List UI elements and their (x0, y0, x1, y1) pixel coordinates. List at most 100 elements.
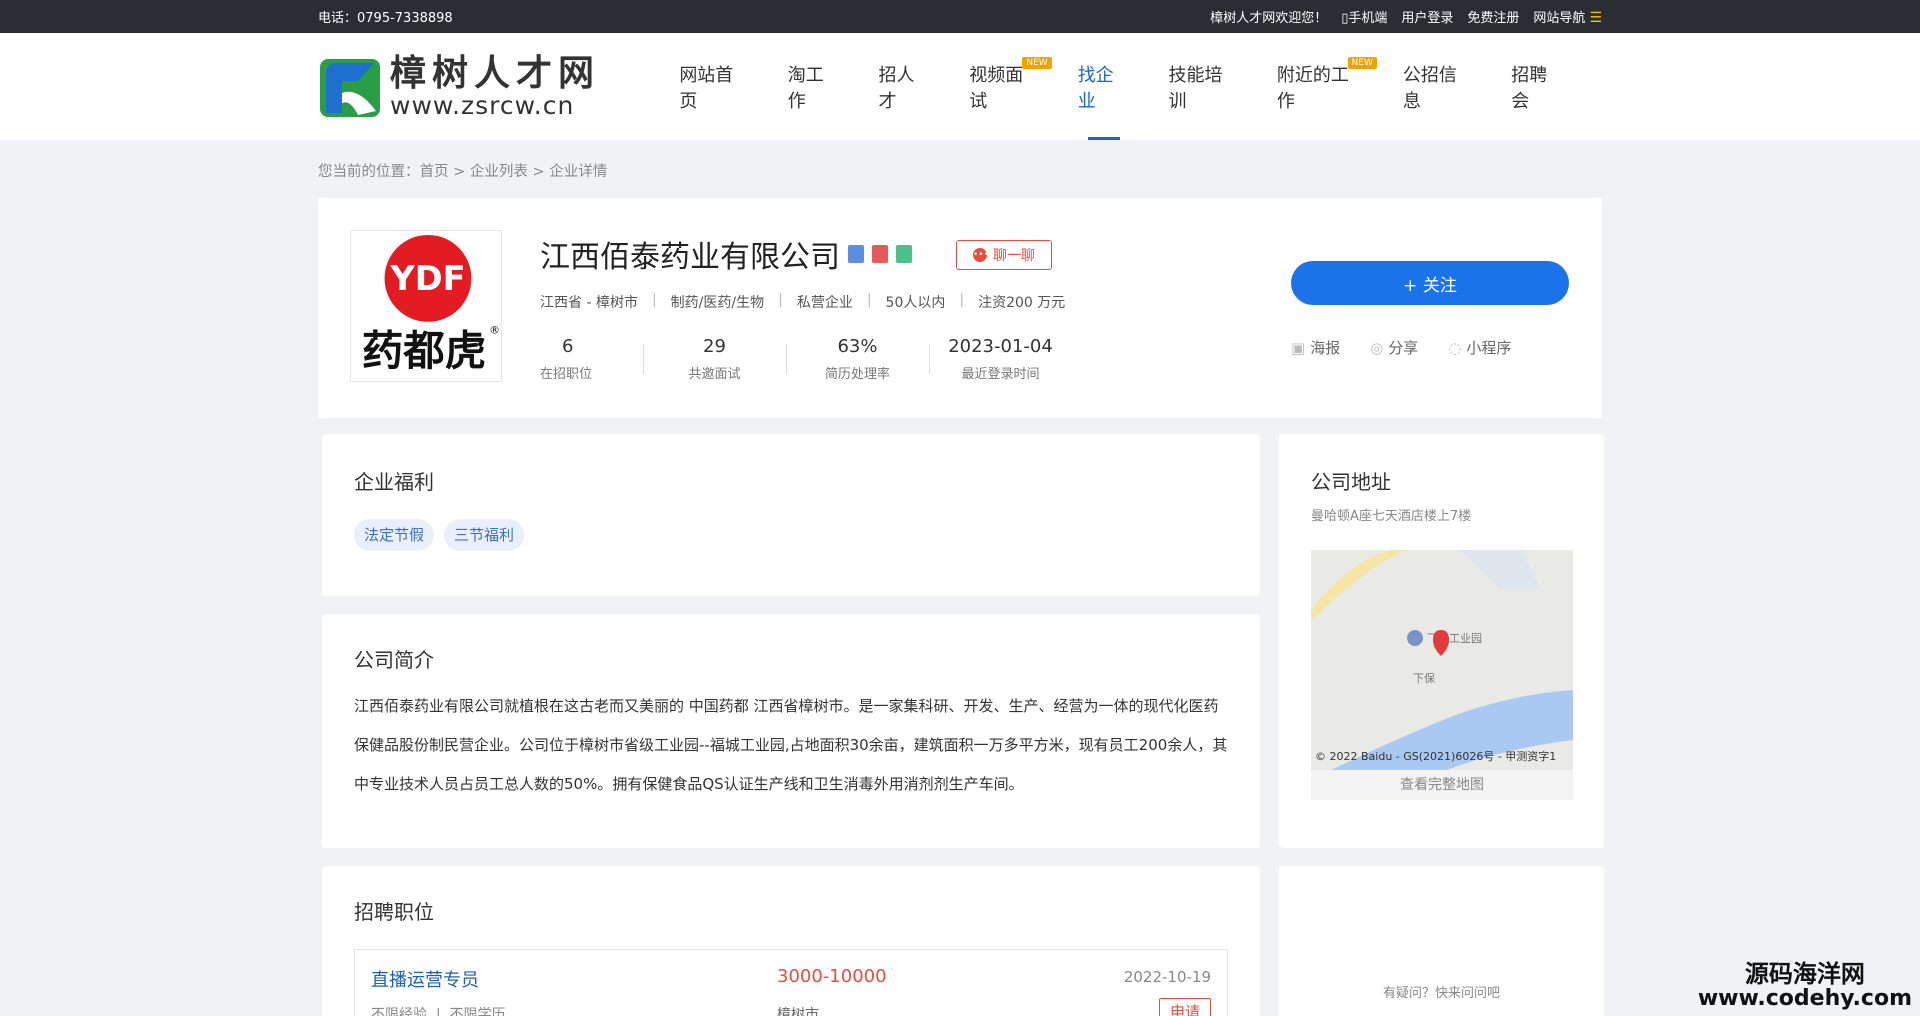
address-title: 公司地址 (1311, 470, 1391, 494)
svg-text:®: ® (489, 324, 500, 337)
nav-label: 招人才 (878, 64, 915, 112)
phone-text: 电话：0795-7338898 (318, 11, 453, 26)
register-link[interactable]: 免费注册 (1467, 7, 1519, 26)
share-label: 分享 (1388, 339, 1419, 357)
nav-label: 技能培训 (1168, 64, 1223, 112)
nav-item-companies[interactable]: 找企业 (1078, 33, 1131, 140)
phone-verified-icon (872, 245, 888, 263)
job-requirements: 不限经验 | 不限学历 (371, 1004, 506, 1016)
map-widget[interactable]: 飞山工业园 下保 © 2022 Baidu - GS(2021)6026号 - … (1311, 550, 1573, 800)
logo-ydf-text: YDF (389, 259, 465, 298)
stat-interviews: 29 共邀面试 (643, 336, 786, 382)
watermark-line2: www.codehy.com (1697, 985, 1912, 1011)
apply-button[interactable]: 申请 (1158, 998, 1211, 1016)
breadcrumb-home[interactable]: 首页 (420, 164, 449, 180)
stat-label: 在招职位 (540, 367, 593, 382)
breadcrumb-sep: > (527, 164, 550, 180)
share-button[interactable]: ◎ 分享 (1370, 337, 1418, 358)
nav-item-training[interactable]: 技能培训 (1168, 33, 1238, 140)
stat-value: 6 (562, 336, 574, 357)
nav-item-home[interactable]: 网站首页 (679, 33, 749, 140)
map-image: 飞山工业园 下保 © 2022 Baidu - GS(2021)6026号 - … (1311, 550, 1573, 800)
breadcrumb: 您当前的位置：首页 > 企业列表 > 企业详情 (318, 140, 1602, 198)
company-name-text: 江西佰泰药业有限公司 (540, 240, 840, 275)
welfare-tag: 法定节假 (354, 519, 435, 551)
mobile-label: 手机端 (1348, 11, 1388, 26)
job-item[interactable]: 直播运营专员 3000-10000 2022-10-19 不限经验 | 不限学历… (354, 949, 1228, 1016)
company-size: 50人以内 (885, 295, 946, 311)
jobs-section: 招聘职位 直播运营专员 3000-10000 2022-10-19 不限经验 |… (322, 866, 1260, 1016)
site-logo[interactable]: 樟树人才网 www.zsrcw.cn (318, 53, 643, 121)
job-date: 2022-10-19 (1123, 968, 1211, 986)
nav-item-jobs[interactable]: 淘工作 (788, 33, 841, 140)
menu-icon: ☰ (1589, 10, 1602, 26)
company-logo: YDF 药都虎 ® (350, 230, 502, 382)
top-bar: 电话：0795-7338898 樟树人才网欢迎您！ ▯手机端 用户登录 免费注册… (0, 0, 1920, 33)
miniapp-icon: ◌ (1448, 339, 1462, 357)
chat-button[interactable]: ••• 聊一聊 (956, 240, 1052, 270)
job-experience: 不限经验 (371, 1007, 427, 1016)
map-copyright: © 2022 Baidu - GS(2021)6026号 - 甲测资字1 (1315, 749, 1556, 763)
stat-value: 2023-01-04 (948, 336, 1053, 357)
poster-button[interactable]: ▣ 海报 (1291, 337, 1340, 358)
company-stats: 6 在招职位 29 共邀面试 63% 简历处理率 2023-01-04 最近登录时间 (540, 336, 1072, 382)
help-text[interactable]: 有疑问？快来问问吧 (1279, 982, 1604, 1001)
job-city: 樟树市 (777, 1007, 819, 1016)
nav-label: 网站首页 (679, 64, 734, 112)
new-badge: NEW (1347, 57, 1377, 69)
nav-label: 招聘会 (1511, 64, 1548, 112)
logo-cn-brand: 药都虎 (362, 326, 486, 375)
job-salary: 3000-10000 (777, 966, 887, 987)
breadcrumb-list[interactable]: 企业列表 (470, 164, 528, 180)
site-nav-link[interactable]: 网站导航 ☰ (1533, 7, 1602, 26)
site-header: 樟树人才网 www.zsrcw.cn 网站首页 淘工作 招人才 视频面试 NEW … (0, 33, 1920, 140)
miniapp-label: 小程序 (1466, 339, 1512, 357)
mobile-link[interactable]: ▯手机端 (1341, 7, 1387, 26)
follow-button[interactable]: + 关注 (1291, 261, 1569, 305)
company-capital: 注资200 万元 (978, 295, 1066, 311)
logo-cn-text: 樟树人才网 (390, 52, 601, 94)
main-nav: 网站首页 淘工作 招人才 视频面试 NEW 找企业 技能培训 附近的工作 NEW 公… (679, 33, 1602, 140)
intro-section: 公司简介 江西佰泰药业有限公司就植根在这古老而又美丽的 中国药都 江西省樟树市。… (322, 614, 1260, 848)
new-badge: NEW (1022, 57, 1052, 69)
watermark-line1: 源码海洋网 (1744, 959, 1865, 988)
nav-label: 公招信息 (1402, 64, 1457, 112)
intro-line: 江西佰泰药业有限公司就植根在这古老而又美丽的 中国药都 江西省樟树市。是一家集科… (354, 697, 1219, 715)
breadcrumb-prefix: 您当前的位置： (318, 164, 420, 180)
stat-last-login: 2023-01-04 最近登录时间 (929, 336, 1072, 382)
full-map-link[interactable]: 查看完整地图 (1311, 770, 1573, 800)
miniapp-button[interactable]: ◌ 小程序 (1448, 337, 1511, 358)
nav-item-video-interview[interactable]: 视频面试 NEW (969, 33, 1052, 140)
stat-value: 63% (837, 336, 878, 357)
welfare-tag: 三节福利 (444, 519, 525, 551)
company-location: 江西省 - 樟树市 (540, 295, 638, 311)
intro-line: 中专业技术人员占员工总人数的50%。拥有保健食品QS认证生产线和卫生消毒外用消剂… (354, 775, 1024, 793)
chat-label: 聊一聊 (993, 248, 1035, 264)
breadcrumb-current: 企业详情 (549, 164, 608, 180)
nav-item-job-fair[interactable]: 招聘会 (1511, 33, 1564, 140)
welfare-section: 企业福利 法定节假 三节福利 (322, 434, 1260, 596)
id-verified-icon (848, 245, 864, 263)
stat-label: 共邀面试 (688, 367, 741, 382)
job-title[interactable]: 直播运营专员 (371, 966, 479, 992)
intro-title: 公司简介 (354, 648, 434, 672)
site-nav-label: 网站导航 (1533, 11, 1586, 26)
company-logo-image: YDF 药都虎 ® (362, 234, 500, 375)
share-icon: ◎ (1370, 339, 1384, 357)
stat-label: 简历处理率 (824, 367, 890, 382)
address-text: 曼哈顿A座七天酒店楼上7楼 (1311, 509, 1472, 524)
nav-item-public-recruit[interactable]: 公招信息 (1403, 33, 1473, 140)
nav-item-talent[interactable]: 招人才 (879, 33, 932, 140)
license-verified-icon (896, 245, 912, 263)
company-industry: 制药/医药/生物 (670, 295, 765, 311)
watermark: 源码海洋网 www.codehy.com (1697, 959, 1912, 1011)
map-place-label: 下保 (1413, 671, 1435, 685)
login-link[interactable]: 用户登录 (1401, 7, 1453, 26)
poster-label: 海报 (1310, 339, 1341, 357)
logo-en-text: www.zsrcw.cn (390, 91, 575, 120)
company-name: 江西佰泰药业有限公司 (540, 232, 912, 276)
share-row: ▣ 海报 ◎ 分享 ◌ 小程序 (1291, 337, 1511, 358)
nav-item-nearby-jobs[interactable]: 附近的工作 NEW (1277, 33, 1377, 140)
image-icon: ▣ (1291, 339, 1306, 357)
stat-open-positions: 6 在招职位 (540, 336, 643, 382)
